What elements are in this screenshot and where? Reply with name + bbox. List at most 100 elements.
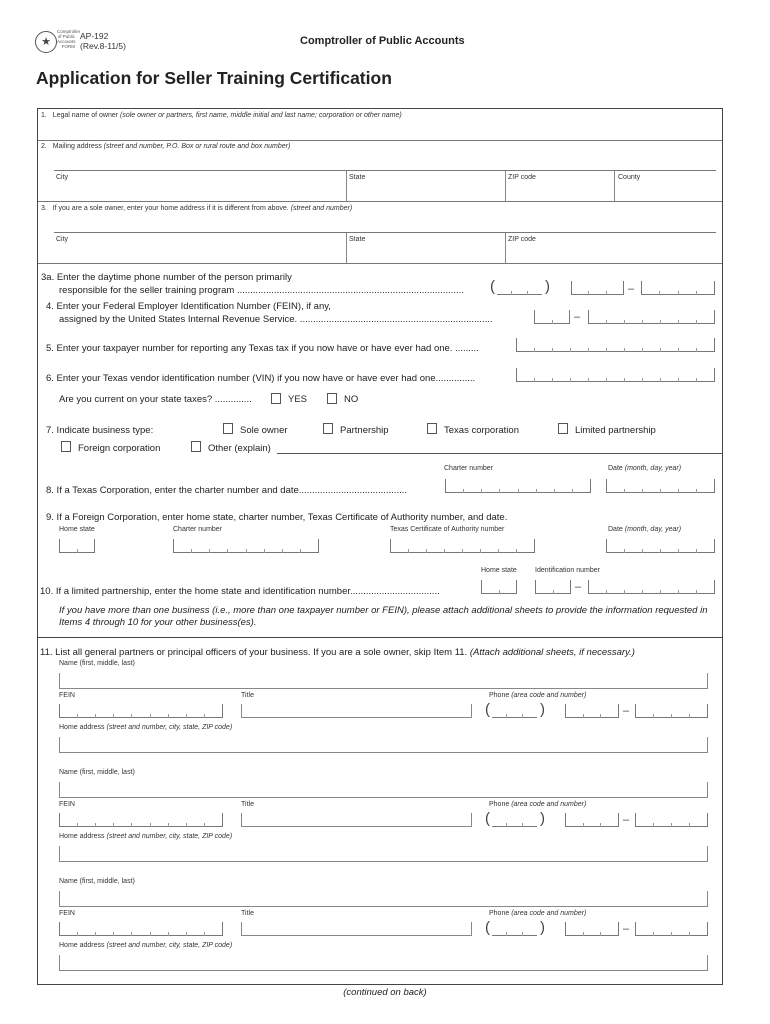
officer-1-area-code-input[interactable] bbox=[492, 704, 537, 718]
phone-text: Phone bbox=[489, 801, 510, 808]
taxes-yes-checkbox[interactable] bbox=[271, 393, 281, 404]
q9-home-state-input[interactable] bbox=[59, 539, 95, 553]
q9-authority-input[interactable] bbox=[390, 539, 535, 553]
officer-3-line-input[interactable] bbox=[635, 922, 708, 936]
officer-3-prefix-input[interactable] bbox=[565, 922, 619, 936]
officer-2-line-input[interactable] bbox=[635, 813, 708, 827]
q3a-line-input[interactable] bbox=[641, 281, 715, 295]
q3-number: 3. bbox=[41, 205, 47, 212]
q2-county-input[interactable] bbox=[618, 184, 718, 199]
q1-number: 1. bbox=[41, 112, 47, 119]
mailing-address-input[interactable] bbox=[55, 153, 715, 168]
q11-hint: (Attach additional sheets, if necessary.… bbox=[469, 647, 635, 658]
q3a-area-code-input[interactable] bbox=[497, 281, 542, 295]
close-paren: ) bbox=[540, 701, 545, 718]
sole-owner-checkbox[interactable] bbox=[223, 423, 233, 434]
q3-state-input[interactable] bbox=[349, 246, 501, 261]
officer-3-area-code-input[interactable] bbox=[492, 922, 537, 936]
taxpayer-number-input[interactable] bbox=[516, 338, 715, 352]
q3a-prefix-input[interactable] bbox=[571, 281, 624, 295]
form-number: AP-192 (Rev.8-11/5) bbox=[80, 31, 126, 51]
section-divider bbox=[38, 637, 722, 638]
officer-1-name-input[interactable] bbox=[59, 673, 708, 689]
divider bbox=[614, 171, 615, 201]
officer-3-name-input[interactable] bbox=[59, 891, 708, 907]
q2-county-label: County bbox=[618, 174, 641, 181]
q9-date-input[interactable] bbox=[606, 539, 715, 553]
q3-state-label: State bbox=[349, 236, 366, 243]
q3-zip-label: ZIP code bbox=[508, 236, 536, 243]
officer-2-prefix-input[interactable] bbox=[565, 813, 619, 827]
officer-1-title-input[interactable] bbox=[241, 704, 472, 718]
q2-zip-input[interactable] bbox=[508, 184, 610, 199]
q9-text: 9. If a Foreign Corporation, enter home … bbox=[46, 512, 508, 523]
q1-label: 1. Legal name of owner (sole owner or pa… bbox=[41, 112, 402, 119]
officer-1-phone-label: Phone (area code and number) bbox=[489, 692, 586, 699]
q9-charter-label: Charter number bbox=[173, 526, 223, 533]
q2-state-input[interactable] bbox=[349, 184, 501, 199]
phone-hint: (area code and number) bbox=[511, 801, 587, 808]
officer-2-phone-label: Phone (area code and number) bbox=[489, 801, 586, 808]
q1-hint: (sole owner or partners, first name, mid… bbox=[120, 112, 402, 119]
q9-charter-input[interactable] bbox=[173, 539, 319, 553]
q9-home-state-label: Home state bbox=[59, 526, 95, 533]
q10-id-number-input[interactable] bbox=[588, 580, 715, 594]
legal-name-input[interactable] bbox=[41, 122, 721, 138]
officer-2-name-input[interactable] bbox=[59, 782, 708, 798]
q10-id-label: Identification number bbox=[535, 567, 600, 574]
q11-text: 11. List all general partners or princip… bbox=[40, 647, 468, 658]
close-paren: ) bbox=[540, 810, 545, 827]
seal-caption: Comptroller of Public Accounts FORM bbox=[57, 29, 81, 49]
officer-1-fein-input[interactable] bbox=[59, 704, 223, 718]
officer-3-fein-input[interactable] bbox=[59, 922, 223, 936]
taxes-no-checkbox[interactable] bbox=[327, 393, 337, 404]
q8-date-hint: (month, day, year) bbox=[624, 465, 682, 472]
officer-2-address-label: Home address (street and number, city, s… bbox=[59, 833, 232, 840]
fein-number-input[interactable] bbox=[588, 310, 715, 324]
q2-label: 2. Mailing address (street and number, P… bbox=[41, 143, 290, 150]
q3-zip-input[interactable] bbox=[508, 246, 718, 261]
form-revision: (Rev.8-11/5) bbox=[80, 41, 126, 51]
q8-text: 8. If a Texas Corporation, enter the cha… bbox=[46, 485, 407, 496]
officer-2-address-input[interactable] bbox=[59, 846, 708, 862]
fein-prefix-input[interactable] bbox=[534, 310, 570, 324]
vin-input[interactable] bbox=[516, 368, 715, 382]
sole-owner-label: Sole owner bbox=[240, 425, 288, 436]
open-paren: ( bbox=[490, 278, 495, 295]
other-explain-input[interactable] bbox=[277, 453, 723, 454]
officer-1-address-input[interactable] bbox=[59, 737, 708, 753]
officer-2-title-input[interactable] bbox=[241, 813, 472, 827]
texas-corporation-checkbox[interactable] bbox=[427, 423, 437, 434]
limited-partnership-label: Limited partnership bbox=[575, 425, 656, 436]
divider bbox=[346, 171, 347, 201]
address-text: Home address bbox=[59, 724, 105, 731]
other-checkbox[interactable] bbox=[191, 441, 201, 452]
officer-2-fein-input[interactable] bbox=[59, 813, 223, 827]
officer-2-area-code-input[interactable] bbox=[492, 813, 537, 827]
officer-1-prefix-input[interactable] bbox=[565, 704, 619, 718]
officer-3-address-input[interactable] bbox=[59, 955, 708, 971]
officer-1-line-input[interactable] bbox=[635, 704, 708, 718]
agency-name: Comptroller of Public Accounts bbox=[300, 35, 465, 47]
partnership-checkbox[interactable] bbox=[323, 423, 333, 434]
q7-text: 7. Indicate business type: bbox=[46, 425, 154, 436]
open-paren: ( bbox=[485, 919, 490, 936]
q10-text: 10. If a limited partnership, enter the … bbox=[40, 586, 440, 597]
home-address-input[interactable] bbox=[55, 215, 715, 230]
q8-date-input[interactable] bbox=[606, 479, 715, 493]
q8-charter-input[interactable] bbox=[445, 479, 591, 493]
q2-city-label: City bbox=[56, 174, 69, 181]
officer-3-title-label: Title bbox=[241, 910, 254, 917]
officer-2-title-label: Title bbox=[241, 801, 254, 808]
q10-home-state-input[interactable] bbox=[481, 580, 517, 594]
q3-city-input[interactable] bbox=[55, 246, 343, 261]
phone-text: Phone bbox=[489, 910, 510, 917]
foreign-corporation-checkbox[interactable] bbox=[61, 441, 71, 452]
officer-3-title-input[interactable] bbox=[241, 922, 472, 936]
q2-hint: (street and number, P.O. Box or rural ro… bbox=[103, 143, 291, 150]
limited-partnership-checkbox[interactable] bbox=[558, 423, 568, 434]
q10-id-prefix-input[interactable] bbox=[535, 580, 571, 594]
divider bbox=[346, 233, 347, 263]
address-hint: (street and number, city, state, ZIP cod… bbox=[106, 724, 233, 731]
q2-city-input[interactable] bbox=[55, 184, 343, 199]
